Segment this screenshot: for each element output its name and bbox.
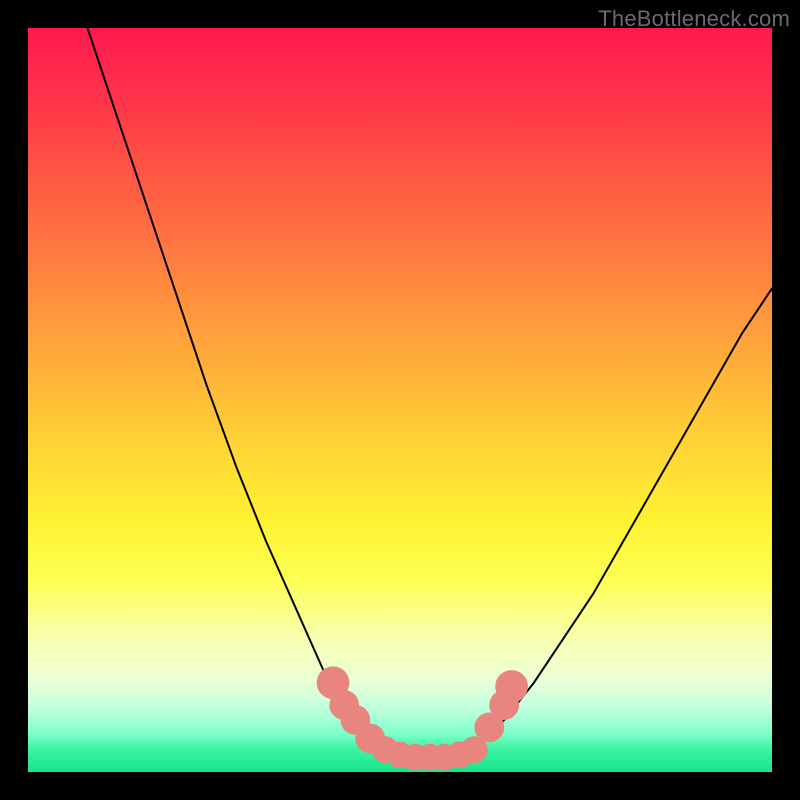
series-left-curve bbox=[88, 28, 386, 750]
chart-svg bbox=[28, 28, 772, 772]
marker-13 bbox=[495, 670, 528, 703]
chart-lines bbox=[88, 28, 772, 757]
chart-stage: TheBottleneck.com bbox=[0, 0, 800, 800]
chart-markers bbox=[317, 666, 528, 770]
chart-plot-area bbox=[28, 28, 772, 772]
